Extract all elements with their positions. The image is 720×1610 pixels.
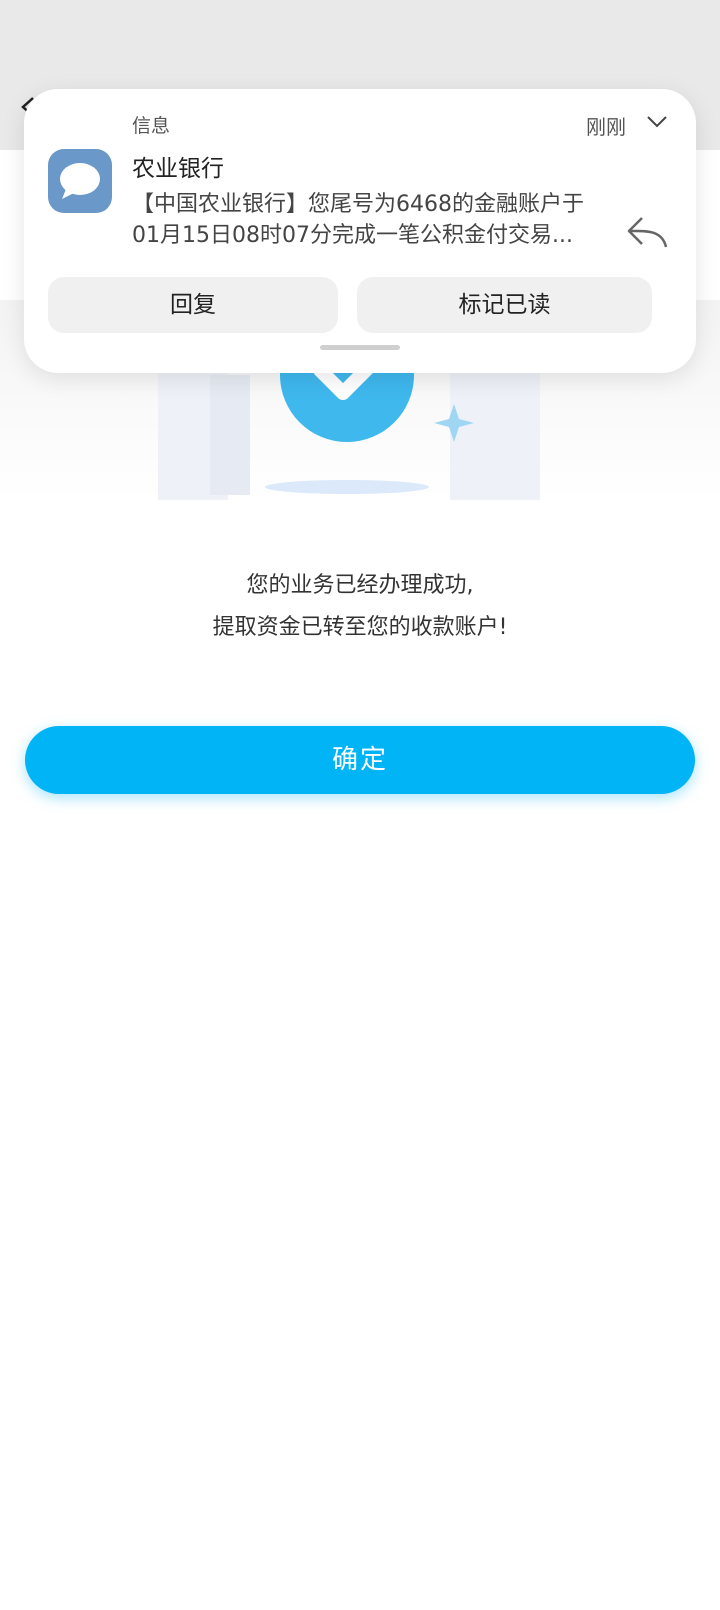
sms-notification[interactable]: 信息 刚刚 农业银行 【中国农业银行】您尾号为6468的金融账户于01月15日0…	[24, 89, 696, 373]
building-right	[450, 365, 540, 500]
mark-read-button[interactable]: 标记已读	[357, 277, 652, 333]
reply-icon[interactable]	[626, 214, 670, 250]
success-message: 您的业务已经办理成功, 提取资金已转至您的收款账户!	[0, 565, 720, 649]
notification-sender: 农业银行	[132, 156, 224, 182]
message-app-icon	[48, 149, 112, 213]
notification-time: 刚刚	[586, 115, 626, 139]
shadow-ellipse	[265, 480, 429, 494]
confirm-button[interactable]: 确定	[25, 726, 695, 794]
message-bubble-icon	[60, 163, 100, 199]
success-message-line1: 您的业务已经办理成功,	[246, 573, 474, 598]
reply-button[interactable]: 回复	[48, 277, 338, 333]
notification-body: 【中国农业银行】您尾号为6468的金融账户于01月15日08时07分完成一笔公积…	[132, 192, 584, 248]
notification-app-name: 信息	[132, 115, 171, 137]
building-left-2	[210, 375, 250, 495]
drag-handle[interactable]	[320, 345, 400, 350]
success-message-line2: 提取资金已转至您的收款账户!	[212, 615, 508, 640]
chevron-down-icon[interactable]	[646, 115, 668, 129]
